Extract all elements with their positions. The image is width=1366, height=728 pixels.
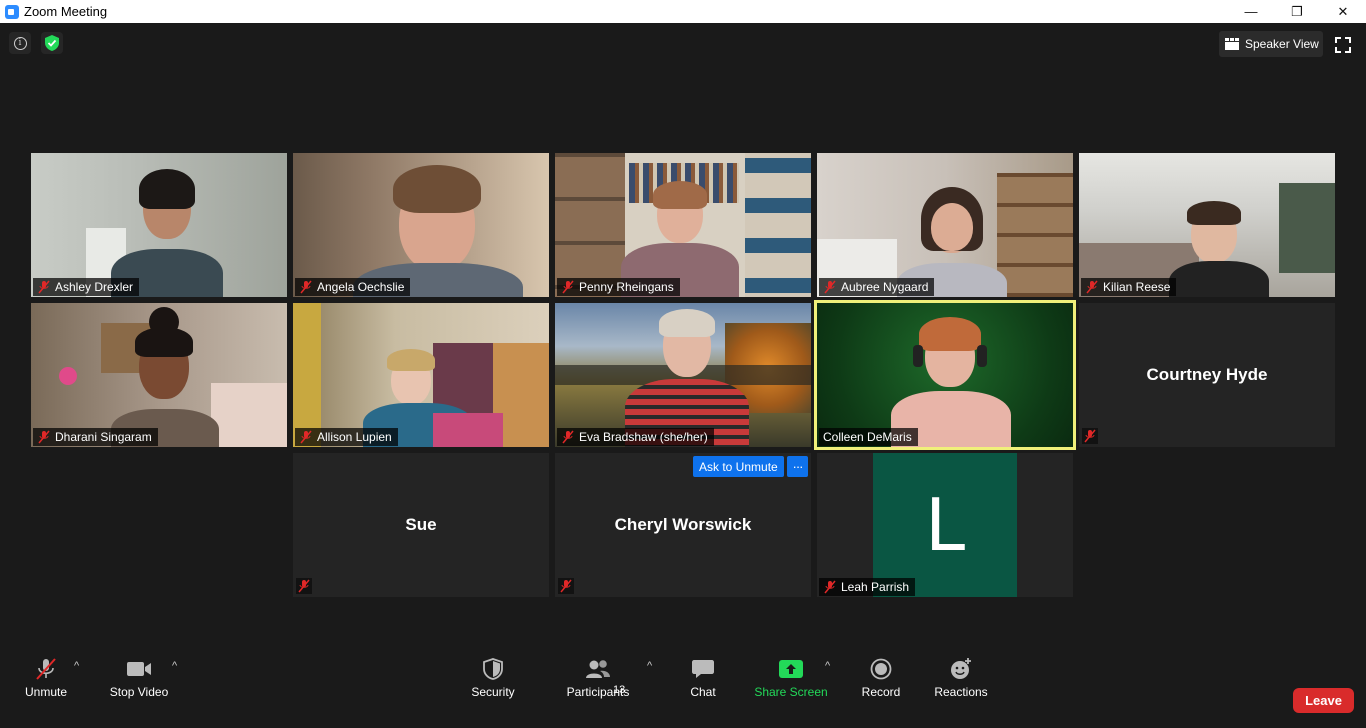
security-button[interactable]: Security <box>468 654 518 699</box>
participant-name-label: Leah Parrish <box>819 578 916 596</box>
participant-tile[interactable]: Courtney Hyde <box>1079 303 1335 447</box>
audio-options-caret[interactable]: ^ <box>74 660 79 672</box>
video-tile[interactable]: Penny Rheingans <box>555 153 811 297</box>
fullscreen-icon[interactable] <box>1333 35 1353 55</box>
window-controls: — ❐ ✕ <box>1228 0 1366 23</box>
ask-to-unmute-button[interactable]: Ask to Unmute <box>693 456 784 477</box>
video-tile[interactable]: Allison Lupien <box>293 303 549 447</box>
emoji-reaction-icon <box>949 654 973 684</box>
mic-muted-icon <box>1086 280 1098 294</box>
speaker-view-label: Speaker View <box>1245 37 1319 51</box>
video-tile[interactable]: Angela Oechslie <box>293 153 549 297</box>
mic-muted-icon <box>1082 428 1098 444</box>
shield-icon <box>483 654 503 684</box>
participant-name: Courtney Hyde <box>1146 365 1268 384</box>
meeting-info-icon[interactable]: i <box>9 32 31 54</box>
meeting-toolbar: Unmute ^ Stop Video ^ Security Participa… <box>0 650 1366 728</box>
mic-muted-icon <box>38 430 50 444</box>
video-tile[interactable]: Dharani Singaram <box>31 303 287 447</box>
participant-name-label: Aubree Nygaard <box>819 278 935 296</box>
participant-name-label: Allison Lupien <box>295 428 398 446</box>
window-title: Zoom Meeting <box>24 4 108 19</box>
participant-name-label: Penny Rheingans <box>557 278 680 296</box>
zoom-logo-icon <box>5 4 19 19</box>
chat-button[interactable]: Chat <box>688 654 718 699</box>
video-tile[interactable]: Eva Bradshaw (she/her) <box>555 303 811 447</box>
restore-button[interactable]: ❐ <box>1274 0 1320 23</box>
reactions-button[interactable]: Reactions <box>933 654 989 699</box>
speaker-view-icon <box>1225 38 1239 50</box>
avatar: L <box>873 453 1017 597</box>
leave-meeting-button[interactable]: Leave <box>1293 688 1354 713</box>
close-button[interactable]: ✕ <box>1320 0 1366 23</box>
participants-options-caret[interactable]: ^ <box>647 660 652 672</box>
mic-muted-icon <box>824 280 836 294</box>
video-tile[interactable]: Ashley Drexler <box>31 153 287 297</box>
participant-name: Sue <box>405 515 437 534</box>
video-tile[interactable]: Aubree Nygaard <box>817 153 1073 297</box>
mic-muted-icon <box>562 280 574 294</box>
participant-name-label: Angela Oechslie <box>295 278 411 296</box>
title-bar: Zoom Meeting — ❐ ✕ <box>0 0 1366 23</box>
encryption-shield-icon[interactable] <box>41 32 63 54</box>
share-screen-button[interactable]: Share Screen <box>754 654 828 699</box>
minimize-button[interactable]: — <box>1228 0 1274 23</box>
participant-name-label: Eva Bradshaw (she/her) <box>557 428 714 446</box>
video-tile-active-speaker[interactable]: Colleen DeMaris <box>814 300 1076 450</box>
meeting-stage: i Speaker View Ashley Drexler Angela Oec… <box>0 23 1366 728</box>
mic-muted-icon <box>300 430 312 444</box>
video-tile[interactable]: Kilian Reese <box>1079 153 1335 297</box>
participants-icon <box>585 654 611 684</box>
mic-muted-icon <box>558 578 574 594</box>
participant-tile[interactable]: L Leah Parrish <box>817 453 1073 597</box>
mic-muted-icon <box>300 280 312 294</box>
video-camera-icon <box>126 654 152 684</box>
chat-bubble-icon <box>691 654 715 684</box>
mic-muted-icon <box>33 654 59 684</box>
share-options-caret[interactable]: ^ <box>825 660 830 672</box>
participant-tile[interactable]: Sue <box>293 453 549 597</box>
mic-muted-icon <box>38 280 50 294</box>
record-icon <box>870 654 892 684</box>
participant-name-label: Kilian Reese <box>1081 278 1177 296</box>
video-options-caret[interactable]: ^ <box>172 660 177 672</box>
participant-name-label: Colleen DeMaris <box>819 428 918 446</box>
mic-muted-icon <box>824 580 836 594</box>
record-button[interactable]: Record <box>860 654 902 699</box>
participants-count: 13 <box>613 684 626 696</box>
stop-video-button[interactable]: Stop Video <box>107 654 171 699</box>
share-screen-icon <box>778 654 804 684</box>
speaker-view-button[interactable]: Speaker View <box>1219 31 1323 57</box>
participant-tile[interactable]: Cheryl Worswick Ask to Unmute ··· <box>555 453 811 597</box>
mic-muted-icon <box>562 430 574 444</box>
participant-name-label: Ashley Drexler <box>33 278 140 296</box>
participant-name-label: Dharani Singaram <box>33 428 158 446</box>
mic-muted-icon <box>296 578 312 594</box>
more-options-button[interactable]: ··· <box>787 456 808 477</box>
unmute-button[interactable]: Unmute <box>22 654 70 699</box>
